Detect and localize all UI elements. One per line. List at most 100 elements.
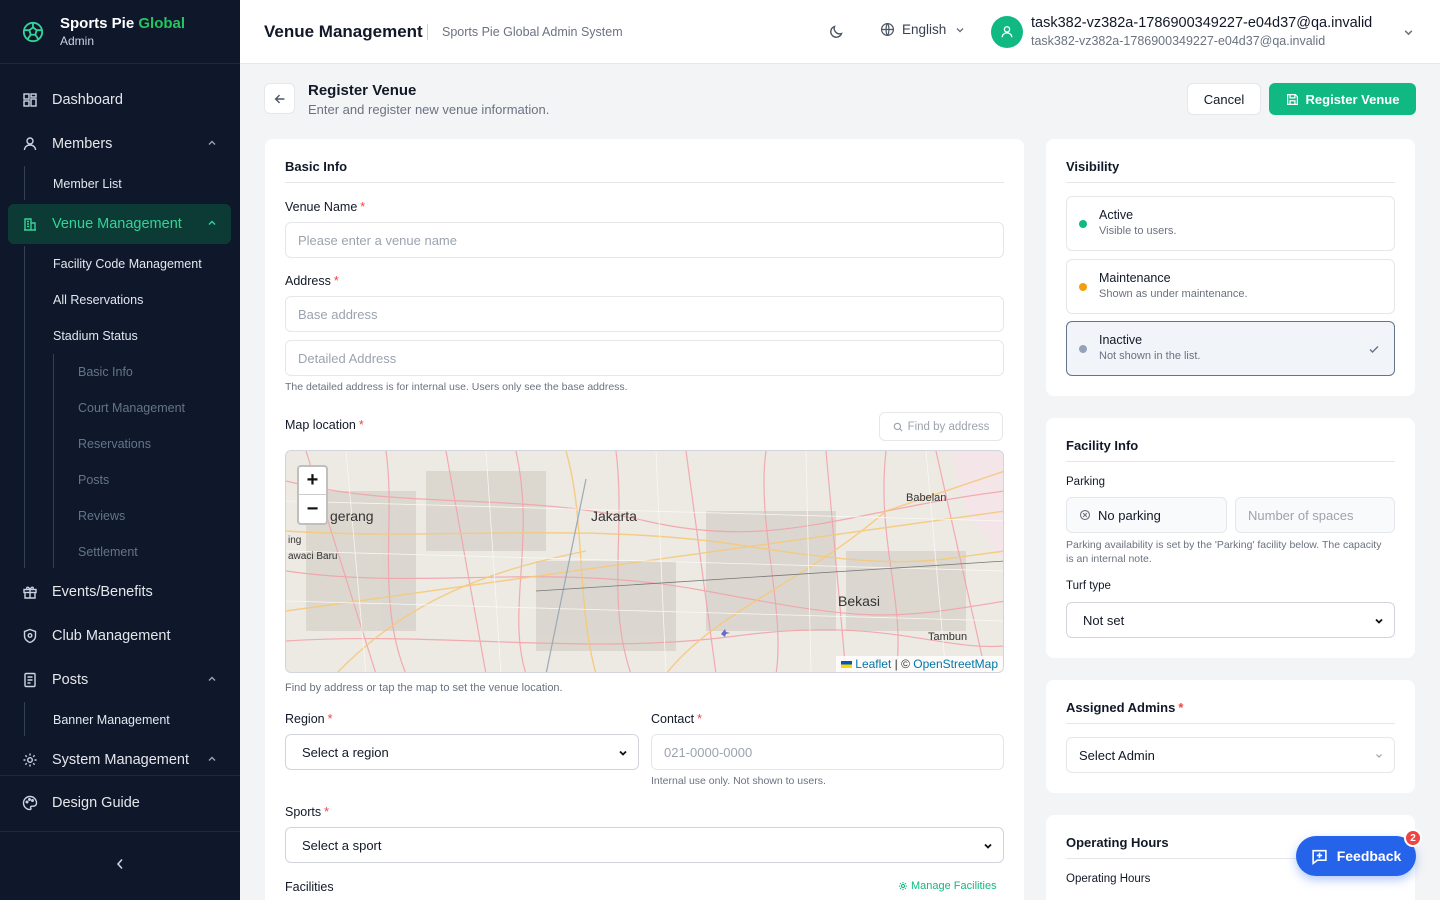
basic-info-card: Basic Info Venue Name* Address* The deta… (265, 139, 1024, 900)
chevron-up-icon (208, 220, 216, 225)
x-circle-icon (1079, 509, 1091, 521)
parking-spaces-input[interactable] (1235, 497, 1395, 533)
sidebar-item-venue-management[interactable]: Venue Management (8, 204, 231, 244)
sidebar-item-banner[interactable]: Banner Management (53, 713, 170, 727)
visibility-option-active[interactable]: Active Visible to users. (1066, 196, 1395, 251)
facilities-label: Facilities (285, 880, 334, 894)
manage-facilities-link[interactable]: Manage Facilities (898, 880, 997, 892)
status-dot (1079, 345, 1087, 353)
turf-type-value: Not set (1083, 612, 1125, 628)
venue-name-label: Venue Name * (285, 200, 366, 214)
sidebar-item-label: Club Management (52, 628, 171, 644)
address-label: Address * (285, 274, 339, 288)
building-icon (22, 216, 38, 232)
map-tiles: Jakarta gerang Babelan Bekasi Tambun awa… (286, 451, 1003, 672)
check-icon (1369, 346, 1379, 353)
gear-icon (898, 881, 908, 891)
sports-select[interactable]: Select a sport (285, 827, 1004, 863)
attribution-separator: | © (891, 657, 914, 671)
visibility-option-inactive[interactable]: Inactive Not shown in the list. (1066, 321, 1395, 376)
sidebar-item-club[interactable]: Club Management (8, 616, 231, 656)
turf-type-select[interactable]: Not set (1066, 602, 1395, 638)
sidebar-item-reservations[interactable]: Reservations (78, 437, 151, 451)
sidebar-item-all-reservations[interactable]: All Reservations (53, 293, 143, 307)
region-label: Region * (285, 712, 333, 726)
header-subtitle: Sports Pie Global Admin System (442, 25, 623, 39)
detailed-address-input[interactable] (285, 340, 1004, 376)
zoom-control: + − (297, 465, 328, 525)
sidebar-item-label: Design Guide (52, 795, 140, 811)
zoom-out-button[interactable]: − (299, 495, 326, 523)
register-venue-button[interactable]: Register Venue (1269, 83, 1416, 115)
chevron-down-icon[interactable] (1403, 27, 1414, 38)
sidebar-item-facility-code[interactable]: Facility Code Management (53, 257, 202, 271)
option-desc: Not shown in the list. (1099, 350, 1201, 362)
feedback-button[interactable]: Feedback (1296, 836, 1416, 876)
option-label: Maintenance (1099, 271, 1171, 285)
base-address-input[interactable] (285, 296, 1004, 332)
cancel-button[interactable]: Cancel (1187, 83, 1261, 115)
sidebar-item-settlement[interactable]: Settlement (78, 545, 138, 559)
user-icon (1001, 26, 1013, 38)
document-icon (22, 672, 38, 688)
chevron-up-icon (208, 676, 216, 681)
find-by-address-button[interactable]: Find by address (879, 412, 1003, 441)
globe-icon (880, 22, 895, 37)
sidebar-item-member-list[interactable]: Member List (53, 177, 122, 191)
user-name[interactable]: task382-vz382a-1786900349227-e04d37@qa.i… (1031, 15, 1372, 31)
arrow-left-icon (274, 94, 284, 103)
divider (285, 182, 1004, 183)
header-title: Venue Management (264, 22, 423, 41)
sidebar-item-posts[interactable]: Posts (8, 660, 231, 700)
sports-value: Select a sport (302, 837, 382, 853)
dark-mode-moon-icon[interactable] (828, 24, 844, 40)
header-separator (427, 24, 428, 40)
sidebar-item-stadium-status[interactable]: Stadium Status (53, 329, 138, 343)
sidebar-item-label: System Management (52, 752, 190, 768)
collapse-sidebar-chevron-left-icon[interactable] (112, 856, 128, 872)
brand[interactable]: Sports Pie Global Admin (0, 0, 240, 64)
sidebar-item-system[interactable]: System Management (8, 740, 231, 780)
openstreetmap-link[interactable]: OpenStreetMap (913, 657, 998, 671)
sidebar-item-label: Venue Management (52, 216, 182, 232)
select-admin-dropdown[interactable]: Select Admin (1066, 737, 1395, 773)
sidebar-item-design-guide[interactable]: Design Guide (8, 783, 231, 823)
card-title: Visibility (1066, 159, 1120, 174)
map-view[interactable]: Jakarta gerang Babelan Bekasi Tambun awa… (285, 450, 1004, 673)
sidebar-item-posts-sub[interactable]: Posts (78, 473, 109, 487)
sidebar-item-label: Members (52, 136, 113, 152)
manage-facilities-label: Manage Facilities (911, 880, 997, 892)
chevron-down-icon (1375, 618, 1383, 624)
brand-role: Admin (60, 33, 95, 48)
back-button[interactable] (264, 83, 295, 114)
sidebar-item-events[interactable]: Events/Benefits (8, 572, 231, 612)
sidebar-item-dashboard[interactable]: Dashboard (8, 80, 231, 120)
facility-info-card: Facility Info Parking No parking Parking… (1046, 418, 1415, 658)
leaflet-link[interactable]: Leaflet (855, 657, 891, 671)
card-title: Assigned Admins * (1066, 700, 1184, 715)
sidebar-item-members[interactable]: Members (8, 124, 231, 164)
sidebar-item-reviews[interactable]: Reviews (78, 509, 125, 523)
address-hint: The detailed address is for internal use… (285, 381, 628, 393)
venue-name-input[interactable] (285, 222, 1004, 258)
region-select[interactable]: Select a region (285, 734, 639, 770)
status-dot (1079, 283, 1087, 291)
no-parking-toggle[interactable]: No parking (1066, 497, 1227, 533)
sidebar-item-court-management[interactable]: Court Management (78, 401, 185, 415)
parking-hint: Parking availability is set by the 'Park… (1066, 539, 1382, 565)
turf-type-label: Turf type (1066, 580, 1111, 592)
zoom-in-button[interactable]: + (299, 467, 326, 495)
parking-label: Parking (1066, 476, 1105, 488)
contact-input[interactable] (651, 734, 1004, 770)
option-desc: Shown as under maintenance. (1099, 288, 1248, 300)
chevron-down-icon (956, 27, 964, 32)
sidebar-item-basic-info[interactable]: Basic Info (78, 365, 133, 379)
tree-line (53, 354, 54, 568)
save-icon (1286, 93, 1298, 105)
visibility-option-maintenance[interactable]: Maintenance Shown as under maintenance. (1066, 259, 1395, 314)
map-label: awaci Baru (288, 551, 337, 562)
no-parking-label: No parking (1098, 507, 1161, 523)
avatar[interactable] (991, 16, 1023, 48)
divider (0, 831, 240, 832)
language-selector[interactable]: English (880, 22, 972, 37)
